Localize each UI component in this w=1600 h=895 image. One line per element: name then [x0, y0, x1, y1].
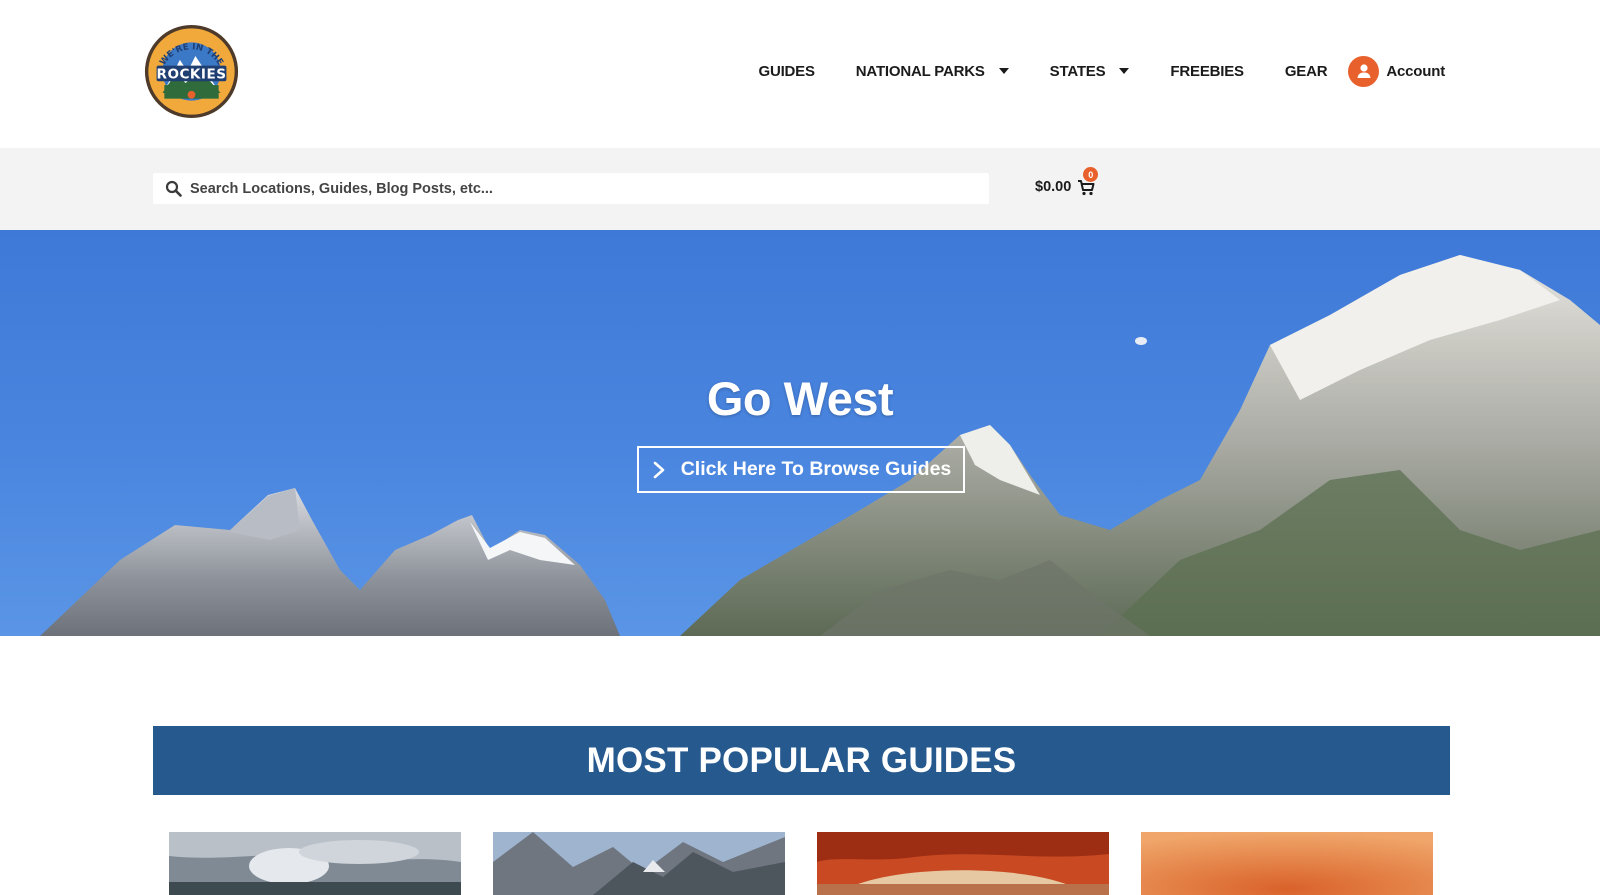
guide-card[interactable] — [817, 832, 1109, 895]
search-input[interactable] — [190, 173, 989, 204]
nav-guides-label: GUIDES — [758, 62, 815, 80]
browse-guides-label: Click Here To Browse Guides — [680, 458, 952, 480]
guide-card[interactable] — [1141, 832, 1433, 895]
nav-freebies-label: FREEBIES — [1170, 62, 1244, 80]
cart-button[interactable]: $0.00 0 — [1035, 167, 1099, 199]
account-link[interactable]: Account — [1348, 55, 1445, 87]
rockies-logo-icon[interactable]: ROCKIES WE'RE IN THE — [143, 23, 240, 120]
guide-card[interactable] — [169, 832, 461, 895]
nav-national-parks[interactable]: NATIONAL PARKS — [856, 63, 1009, 80]
guide-thumbnail-desert — [1141, 832, 1433, 895]
search-icon[interactable] — [163, 179, 183, 199]
hero-title: Go West — [706, 372, 894, 425]
mountain-range-image — [40, 255, 1600, 636]
cart-icon: 0 — [1077, 167, 1099, 196]
nav-states-label: STATES — [1049, 62, 1106, 80]
search-box — [153, 173, 989, 204]
guide-thumbnail-geyser — [169, 832, 461, 895]
popular-guides-banner: MOST POPULAR GUIDES — [153, 726, 1450, 795]
nav-gear-label: GEAR — [1284, 62, 1328, 80]
nav-guides[interactable]: GUIDES — [758, 62, 815, 80]
caret-down-icon — [998, 68, 1009, 74]
account-label: Account — [1386, 62, 1445, 80]
logo-main-text: ROCKIES — [157, 66, 227, 82]
cart-total: $0.00 — [1035, 179, 1072, 195]
nav-states[interactable]: STATES — [1050, 63, 1130, 80]
nav-freebies[interactable]: FREEBIES — [1170, 62, 1244, 80]
hero-banner: Go West Click Here To Browse Guides — [0, 230, 1600, 636]
main-nav: GUIDES NATIONAL PARKS STATES FREEBIES GE… — [758, 53, 1445, 89]
nav-gear[interactable]: GEAR — [1285, 63, 1328, 80]
browse-guides-button[interactable]: Click Here To Browse Guides — [637, 446, 965, 493]
guide-card[interactable] — [493, 832, 785, 895]
search-bar-strip: $0.00 0 — [0, 148, 1600, 230]
popular-guides-title: MOST POPULAR GUIDES — [586, 740, 1017, 780]
guide-thumbnail-mountains — [493, 832, 785, 895]
nav-national-parks-label: NATIONAL PARKS — [855, 62, 985, 80]
user-icon — [1348, 55, 1380, 87]
caret-down-icon — [1119, 68, 1130, 74]
guide-thumbnail-arch — [817, 832, 1109, 895]
chevron-right-icon — [653, 461, 665, 478]
cart-count-badge: 0 — [1083, 167, 1099, 182]
site-header: ROCKIES WE'RE IN THE GUIDES NATIONAL PAR… — [0, 0, 1600, 148]
